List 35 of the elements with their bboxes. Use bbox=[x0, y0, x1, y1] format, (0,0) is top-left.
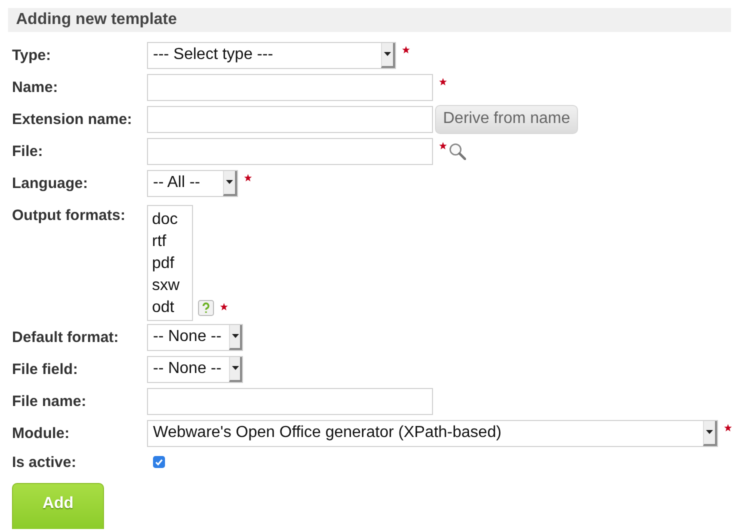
select-field[interactable]: -- None -- bbox=[147, 324, 243, 350]
caret-icon bbox=[706, 430, 713, 434]
field-label: Module: bbox=[12, 424, 70, 442]
list-option[interactable]: rtf bbox=[148, 231, 192, 253]
field-label: File name: bbox=[12, 392, 86, 410]
caret-icon bbox=[384, 52, 391, 56]
caret-icon bbox=[232, 366, 239, 370]
select-field[interactable]: --- Select type --- bbox=[147, 42, 396, 68]
field-label: Extension name: bbox=[12, 110, 132, 128]
field-label: Language: bbox=[12, 174, 88, 192]
caret-icon bbox=[226, 180, 233, 184]
text-field[interactable] bbox=[147, 388, 433, 414]
section-header: Adding new template bbox=[8, 8, 731, 32]
list-option[interactable]: sxw bbox=[148, 275, 192, 297]
field-label: File field: bbox=[12, 360, 78, 378]
derive-button[interactable]: Derive from name bbox=[435, 104, 578, 134]
field-label: Output formats: bbox=[12, 207, 126, 224]
caret-icon bbox=[232, 334, 239, 338]
field-label: Type: bbox=[12, 46, 51, 64]
text-field[interactable] bbox=[147, 106, 433, 132]
list-option[interactable]: doc bbox=[148, 209, 192, 231]
field-label: Default format: bbox=[12, 328, 119, 346]
select-field[interactable]: Webware's Open Office generator (XPath-based) bbox=[147, 420, 718, 446]
text-field[interactable] bbox=[147, 74, 433, 100]
select-field[interactable]: -- None -- bbox=[147, 356, 243, 382]
search-icon[interactable] bbox=[449, 142, 466, 160]
field-label: Is active: bbox=[12, 454, 76, 470]
text-field[interactable] bbox=[147, 138, 433, 164]
field-label: Name: bbox=[12, 78, 58, 96]
list-option[interactable]: odt bbox=[148, 297, 192, 319]
help-icon[interactable] bbox=[198, 300, 214, 316]
select-field[interactable]: -- All -- bbox=[147, 170, 238, 196]
list-option[interactable]: pdf bbox=[148, 253, 192, 275]
field-label: File: bbox=[12, 142, 43, 160]
checkbox[interactable] bbox=[153, 456, 165, 468]
